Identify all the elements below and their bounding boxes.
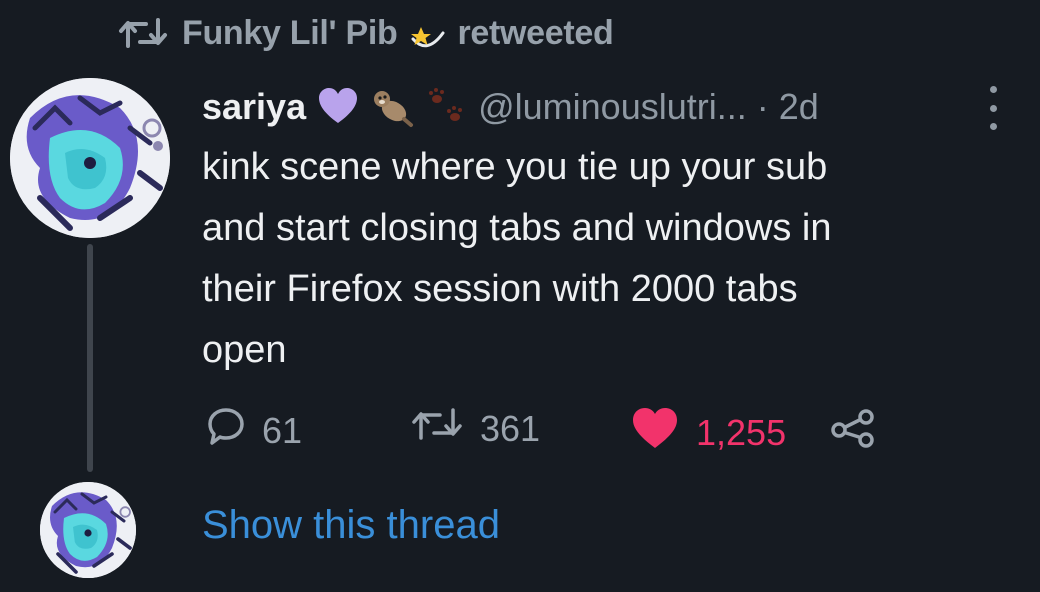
retweet-suffix: retweeted [457, 13, 614, 52]
reply-icon [206, 406, 246, 455]
retweet-count: 361 [480, 407, 541, 449]
share-button[interactable] [830, 408, 876, 457]
more-options-icon[interactable] [985, 86, 1001, 130]
tweet-text: kink scene where you tie up your sub and… [202, 146, 832, 371]
show-thread-link[interactable]: Show this thread [202, 503, 500, 548]
retweet-icon [118, 16, 168, 50]
retweet-button[interactable]: 361 [410, 406, 540, 451]
retweet-action-icon [410, 406, 464, 451]
like-button[interactable]: 1,255 [630, 406, 786, 459]
otter-icon [370, 85, 414, 129]
purple-heart-icon [316, 85, 360, 129]
retweet-label[interactable]: Funky Lil' Pib retweeted [182, 13, 614, 53]
tweet-header: sariya @luminouslutri... · 2d [202, 82, 819, 132]
avatar[interactable] [10, 78, 170, 238]
retweeter-name[interactable]: Funky Lil' Pib [182, 14, 398, 53]
heart-icon [630, 406, 680, 459]
tweet-timestamp[interactable]: · 2d [757, 86, 819, 128]
shooting-star-emoji-icon [407, 13, 447, 53]
retweet-header: Funky Lil' Pib retweeted [118, 10, 614, 56]
user-handle[interactable]: @luminouslutri... [478, 86, 747, 128]
thread-connector-line [87, 244, 93, 472]
display-name[interactable]: sariya [202, 86, 306, 128]
thread-avatar[interactable] [40, 482, 136, 578]
share-icon [830, 408, 876, 457]
reply-count: 61 [262, 409, 303, 451]
reply-button[interactable]: 61 [206, 406, 302, 455]
paw-prints-icon [424, 85, 468, 129]
like-count: 1,255 [696, 411, 787, 453]
